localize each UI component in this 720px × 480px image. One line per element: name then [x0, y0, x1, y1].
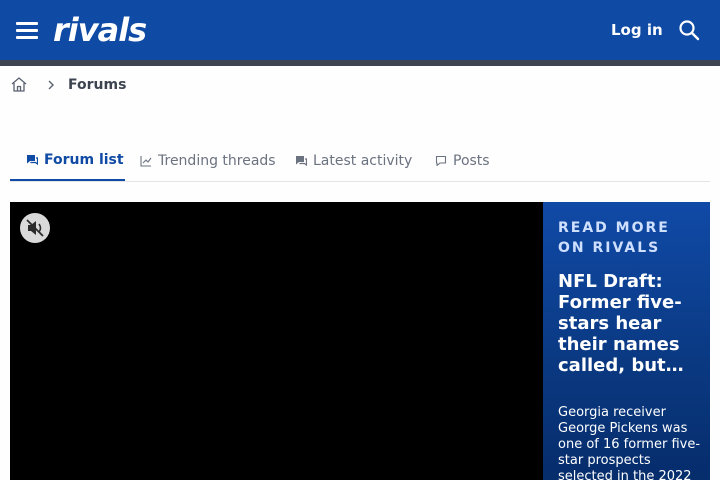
comments-outline-icon: [296, 155, 307, 166]
tab-trending-threads[interactable]: Trending threads: [140, 140, 276, 181]
read-more-panel: READ MORE ON RIVALS NFL Draft: Former fi…: [543, 202, 710, 480]
tab-latest-activity[interactable]: Latest activity: [295, 140, 412, 181]
chart-line-icon: [140, 155, 152, 167]
read-more-kicker: READ MORE ON RIVALS: [558, 220, 670, 256]
site-header: rivals Log in: [0, 0, 720, 60]
breadcrumb-forums[interactable]: Forums: [68, 77, 126, 93]
comments-icon: [27, 154, 38, 165]
hamburger-menu-button[interactable]: [16, 20, 40, 40]
tab-label: Forum list: [44, 151, 124, 168]
video-player[interactable]: [10, 202, 543, 480]
rivals-logo[interactable]: rivals: [53, 10, 147, 50]
article-title[interactable]: NFL Draft: Former five-stars hear their …: [558, 271, 703, 376]
tab-label: Latest activity: [313, 152, 413, 169]
tab-forum-list[interactable]: Forum list: [10, 140, 125, 181]
chevron-right-icon: [48, 80, 54, 90]
comment-icon: [435, 155, 447, 166]
login-link[interactable]: Log in: [611, 20, 663, 40]
article-excerpt: Georgia receiver George Pickens was one …: [558, 405, 701, 480]
forum-tabs: Forum list Trending threads Latest activ…: [10, 140, 710, 182]
tab-label: Posts: [453, 152, 490, 169]
search-icon[interactable]: [678, 19, 700, 41]
volume-muted-icon[interactable]: [20, 213, 50, 243]
home-icon[interactable]: [10, 76, 28, 94]
tab-label: Trending threads: [158, 152, 276, 169]
breadcrumb: Forums: [10, 74, 126, 96]
header-divider: [0, 60, 720, 66]
tab-posts[interactable]: Posts: [435, 140, 490, 181]
